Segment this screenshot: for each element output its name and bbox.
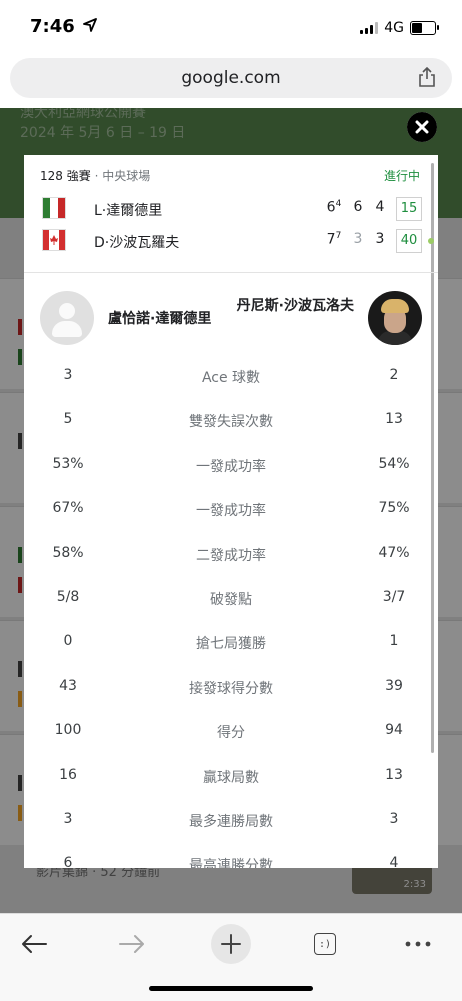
stat-label: 破發點 <box>210 592 252 608</box>
address-bar[interactable]: google.com <box>10 58 452 98</box>
more-dots-icon <box>405 941 431 947</box>
forward-arrow-icon <box>119 935 144 953</box>
more-button[interactable] <box>398 924 438 964</box>
new-tab-button[interactable] <box>211 924 251 964</box>
stat-right-value: 2 <box>389 367 399 383</box>
battery-icon <box>410 21 439 35</box>
stat-label: 得分 <box>217 725 245 741</box>
status-bar: 7:46 4G <box>0 0 462 52</box>
stat-left-value: 16 <box>59 767 77 783</box>
set-score: 6 <box>353 199 363 215</box>
scoreboard-row: L·達爾德里 64 6 4 15 <box>42 197 422 223</box>
stat-right-value: 94 <box>385 722 403 738</box>
stat-label: 贏球局數 <box>203 770 259 786</box>
game-points: 40 <box>396 229 422 253</box>
signal-icon <box>360 22 379 34</box>
stat-label: 二發成功率 <box>196 548 266 564</box>
stat-label: 最高連勝分數 <box>189 858 273 868</box>
venue-label: · 中央球場 <box>94 169 151 183</box>
player-name: D·沙波瓦羅夫 <box>94 235 180 251</box>
stat-right-value: 3 <box>389 811 399 827</box>
stat-label: 雙發失誤次數 <box>189 414 273 430</box>
stat-right-value: 13 <box>385 411 403 427</box>
stat-row: 16 贏球局數 13 <box>24 767 438 791</box>
stat-row: 3 Ace 球數 2 <box>24 367 438 391</box>
set-score: 77 <box>326 231 342 248</box>
stat-label: 搶七局獲勝 <box>196 636 266 652</box>
stat-right-value: 54% <box>378 456 410 472</box>
close-icon <box>407 112 437 142</box>
match-round: 128 強賽 · 中央球場 <box>40 167 150 184</box>
stat-right-value: 4 <box>389 855 399 868</box>
match-status: 進行中 <box>383 169 420 183</box>
stat-left-value: 53% <box>52 456 84 472</box>
back-button[interactable] <box>14 924 54 964</box>
stat-row: 0 搶七局獲勝 1 <box>24 633 438 657</box>
stat-left-value: 67% <box>52 500 84 516</box>
stat-left-value: 5 <box>63 411 73 427</box>
tabs-button[interactable]: :) <box>305 924 345 964</box>
navigation-arrow-icon <box>83 18 97 32</box>
stat-right-value: 47% <box>378 545 410 561</box>
stat-row: 67% 一發成功率 75% <box>24 500 438 524</box>
stat-left-value: 58% <box>52 545 84 561</box>
stat-row: 100 得分 94 <box>24 722 438 746</box>
stat-right-value: 75% <box>378 500 410 516</box>
divider <box>24 272 438 273</box>
stat-row: 43 接發球得分數 39 <box>24 678 438 702</box>
scoreboard-row: D·沙波瓦羅夫 77 3 3 40 <box>42 229 434 255</box>
stat-row: 6 最高連勝分數 4 <box>24 855 438 868</box>
tabs-icon: :) <box>314 933 336 955</box>
stat-left-value: 5/8 <box>56 589 80 605</box>
plus-icon <box>221 934 241 954</box>
player-avatar-photo <box>368 291 422 345</box>
set-score: 3 <box>353 231 363 247</box>
set-score: 3 <box>375 231 385 247</box>
left-player-name: 盧恰諾·達爾德里 <box>108 311 212 327</box>
round-label: 128 強賽 <box>40 169 91 183</box>
home-indicator <box>149 986 313 991</box>
url-text[interactable]: google.com <box>10 68 452 88</box>
stat-left-value: 100 <box>54 722 82 738</box>
stat-right-value: 3/7 <box>382 589 406 605</box>
canada-flag-icon <box>42 229 66 251</box>
stat-right-value: 39 <box>385 678 403 694</box>
stat-right-value: 1 <box>389 633 399 649</box>
serving-indicator <box>428 238 434 244</box>
stat-left-value: 3 <box>63 811 73 827</box>
stat-left-value: 0 <box>63 633 73 649</box>
stat-label: 一發成功率 <box>196 503 266 519</box>
stat-row: 53% 一發成功率 54% <box>24 456 438 480</box>
stat-row: 3 最多連勝局數 3 <box>24 811 438 835</box>
stat-label: 一發成功率 <box>196 459 266 475</box>
stat-left-value: 3 <box>63 367 73 383</box>
close-button[interactable] <box>407 112 437 142</box>
status-indicators: 4G <box>360 20 439 36</box>
set-score: 4 <box>375 199 385 215</box>
share-icon[interactable] <box>418 67 436 87</box>
stat-left-value: 6 <box>63 855 73 868</box>
stat-row: 5 雙發失誤次數 13 <box>24 411 438 435</box>
network-type: 4G <box>384 20 404 36</box>
stat-row: 58% 二發成功率 47% <box>24 545 438 569</box>
stat-right-value: 13 <box>385 767 403 783</box>
match-stats-modal: 128 強賽 · 中央球場 進行中 L·達爾德里 64 6 4 15 D·沙波瓦… <box>24 155 438 868</box>
player-avatar-placeholder <box>40 291 94 345</box>
right-player-name: 丹尼斯·沙波瓦洛夫 <box>236 298 354 314</box>
italy-flag-icon <box>42 197 66 219</box>
status-time: 7:46 <box>30 16 97 37</box>
stat-label: 最多連勝局數 <box>189 814 273 830</box>
stat-label: 接發球得分數 <box>189 681 273 697</box>
stat-label: Ace 球數 <box>201 370 261 386</box>
stat-row: 5/8 破發點 3/7 <box>24 589 438 613</box>
player-name: L·達爾德里 <box>94 203 163 219</box>
stat-left-value: 43 <box>59 678 77 694</box>
back-arrow-icon <box>22 935 47 953</box>
set-score: 64 <box>326 199 342 216</box>
game-points: 15 <box>396 197 422 221</box>
forward-button[interactable] <box>112 924 152 964</box>
